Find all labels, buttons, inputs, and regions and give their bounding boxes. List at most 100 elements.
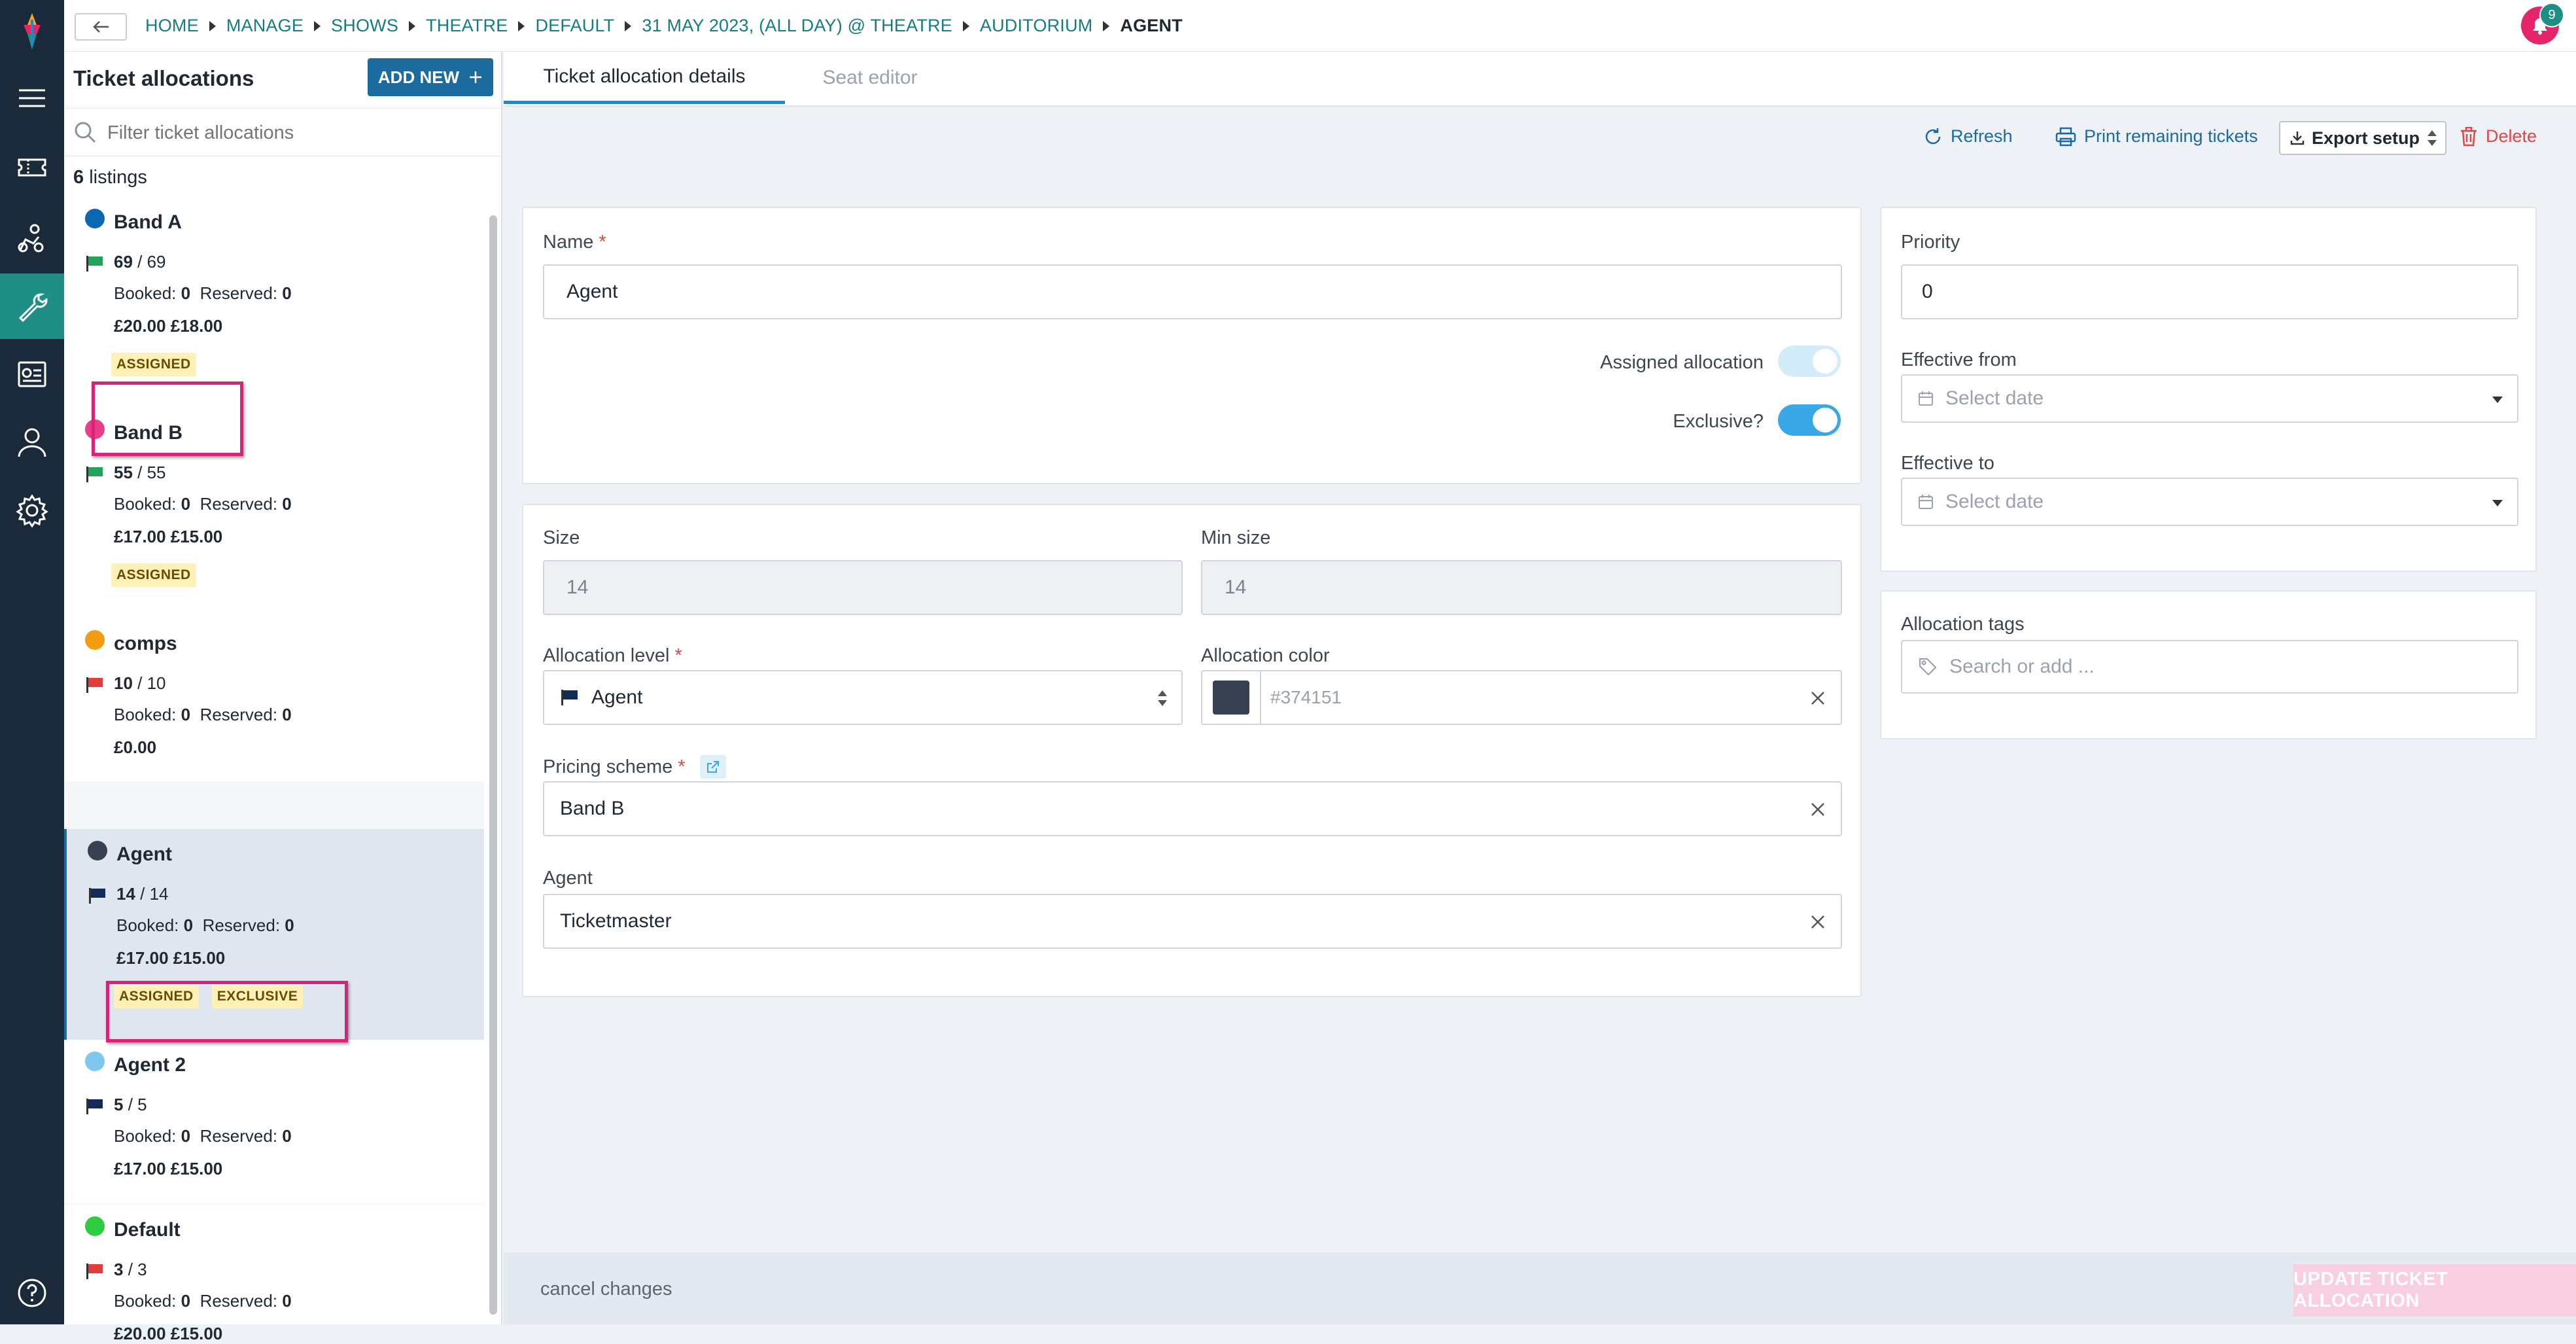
- capacity: 55 / 55: [114, 463, 166, 482]
- allocation-item-comps[interactable]: comps 10 / 10 Booked: 0 Reserved: 0 £0.0…: [64, 618, 484, 782]
- clear-icon[interactable]: [1808, 688, 1828, 708]
- gear-icon: [16, 494, 48, 527]
- total-count: 3: [137, 1260, 147, 1279]
- allocation-item-agent-2[interactable]: Agent 2 5 / 5 Booked: 0 Reserved: 0 £17.…: [64, 1040, 484, 1203]
- total-count: 69: [147, 252, 166, 272]
- reserved-value: 0: [282, 705, 292, 724]
- assigned-allocation-toggle[interactable]: [1778, 345, 1841, 377]
- refresh-button[interactable]: Refresh: [1923, 126, 2013, 147]
- calendar-icon: [1919, 391, 1933, 406]
- name-input[interactable]: Agent: [543, 264, 1842, 319]
- allocation-color-input[interactable]: #374151: [1201, 670, 1842, 725]
- name-label: Name *: [543, 232, 606, 253]
- pricing-scheme-select[interactable]: Band B: [543, 781, 1842, 836]
- priority-input[interactable]: 0: [1901, 264, 2518, 319]
- flag-icon: [561, 690, 578, 705]
- sidebar-item-help[interactable]: [0, 1260, 64, 1326]
- allocation-level-select[interactable]: Agent: [543, 670, 1183, 725]
- assigned-badge: ASSIGNED: [111, 353, 196, 376]
- sidebar-menu-item[interactable]: [0, 65, 64, 131]
- size-value: 14: [566, 576, 589, 598]
- allocation-level-label-text: Allocation level: [543, 645, 670, 666]
- sidebar-item-setup[interactable]: [0, 274, 64, 339]
- name-label-text: Name: [543, 232, 594, 253]
- agent-select[interactable]: Ticketmaster: [543, 894, 1842, 949]
- breadcrumb-performance[interactable]: 31 MAY 2023, (ALL DAY) @ THEATRE: [642, 16, 952, 36]
- allocation-tags-input[interactable]: Search or add ...: [1901, 640, 2518, 694]
- exclusive-toggle[interactable]: [1778, 404, 1841, 436]
- effective-to-picker[interactable]: Select date: [1901, 478, 2518, 526]
- add-new-button[interactable]: ADD NEW: [368, 58, 493, 96]
- required-marker: *: [674, 645, 682, 666]
- export-setup-dropdown[interactable]: Export setup: [2279, 121, 2446, 155]
- available-count: 69: [114, 252, 133, 272]
- printer-icon: [2055, 127, 2076, 146]
- required-marker: *: [599, 232, 606, 253]
- flag-icon: [86, 1264, 103, 1279]
- allocation-name: Default: [114, 1219, 181, 1241]
- reserved-label: Reserved:: [200, 283, 278, 303]
- sidebar-item-account[interactable]: [0, 410, 64, 475]
- filter-allocations-input[interactable]: [106, 118, 488, 148]
- breadcrumb-auditorium[interactable]: AUDITORIUM: [980, 16, 1093, 36]
- tab-ticket-allocation-details[interactable]: Ticket allocation details: [504, 52, 785, 104]
- open-pricing-scheme-button[interactable]: [699, 755, 726, 779]
- delete-button[interactable]: Delete: [2460, 126, 2537, 147]
- print-remaining-tickets-button[interactable]: Print remaining tickets: [2055, 126, 2258, 147]
- capacity: 14 / 14: [116, 884, 169, 904]
- breadcrumb-theatre[interactable]: THEATRE: [426, 16, 508, 36]
- breadcrumb-manage[interactable]: MANAGE: [226, 16, 304, 36]
- price-list: £20.00 £15.00: [114, 1324, 223, 1343]
- breadcrumb-separator-icon: [962, 20, 969, 31]
- color-hex-value: #374151: [1270, 687, 1342, 707]
- price-list: £0.00: [114, 737, 157, 757]
- badge-group: ASSIGNED: [111, 563, 196, 587]
- allocation-item-default[interactable]: Default 3 / 3 Booked: 0 Reserved: 0 £20.…: [64, 1205, 484, 1343]
- breadcrumb-home[interactable]: HOME: [145, 16, 199, 36]
- allocation-color-dot: [88, 841, 107, 860]
- breadcrumb-shows[interactable]: SHOWS: [331, 16, 398, 36]
- sidebar-item-reports[interactable]: [0, 342, 64, 407]
- breadcrumb-separator-icon: [1103, 20, 1110, 31]
- sort-arrows-icon: [2428, 130, 2437, 146]
- effective-from-picker[interactable]: Select date: [1901, 374, 2518, 423]
- reserved-value: 0: [282, 1291, 292, 1311]
- toggle-knob: [1813, 408, 1837, 433]
- sidebar-item-users[interactable]: [0, 205, 64, 271]
- breadcrumb-separator-icon: [409, 20, 416, 31]
- flag-icon: [86, 1099, 103, 1114]
- scrollbar-thumb[interactable]: [489, 215, 497, 1315]
- total-count: 5: [137, 1095, 147, 1114]
- booked-reserved: Booked: 0 Reserved: 0: [114, 705, 292, 725]
- app-logo-icon[interactable]: [17, 13, 47, 50]
- tab-seat-editor[interactable]: Seat editor: [785, 52, 955, 104]
- clear-icon[interactable]: [1808, 800, 1828, 819]
- clear-icon[interactable]: [1808, 912, 1828, 932]
- size-input[interactable]: 14: [543, 560, 1183, 615]
- min-size-input[interactable]: 14: [1201, 560, 1842, 615]
- notifications-button[interactable]: 9: [2521, 3, 2564, 44]
- reserved-value: 0: [285, 915, 294, 935]
- allocation-item-band-a[interactable]: Band A 69 / 69 Booked: 0 Reserved: 0 £20…: [64, 197, 484, 408]
- price-list: £20.00 £18.00: [114, 316, 223, 336]
- booked-value: 0: [181, 705, 191, 724]
- color-swatch[interactable]: [1213, 681, 1249, 715]
- caret-down-icon: [2492, 500, 2503, 506]
- sidebar-item-settings[interactable]: [0, 478, 64, 543]
- list-scrollbar[interactable]: [488, 214, 498, 1320]
- reserved-label: Reserved:: [200, 1126, 278, 1146]
- hamburger-menu-icon: [19, 89, 45, 107]
- total-count: 10: [147, 673, 166, 693]
- reserved-label: Reserved:: [200, 705, 278, 724]
- export-label: Export setup: [2312, 128, 2420, 148]
- back-button[interactable]: [75, 13, 127, 41]
- priority-label: Priority: [1901, 232, 1960, 253]
- sidebar-item-tickets[interactable]: [0, 135, 64, 200]
- price-list: £17.00 £15.00: [114, 527, 223, 546]
- breadcrumb-default[interactable]: DEFAULT: [535, 16, 614, 36]
- booked-reserved: Booked: 0 Reserved: 0: [114, 283, 292, 304]
- cancel-changes-button[interactable]: cancel changes: [540, 1279, 672, 1300]
- capacity: 69 / 69: [114, 252, 166, 272]
- agent-label: Agent: [543, 868, 593, 889]
- update-ticket-allocation-button[interactable]: UPDATE TICKET ALLOCATION: [2293, 1264, 2576, 1317]
